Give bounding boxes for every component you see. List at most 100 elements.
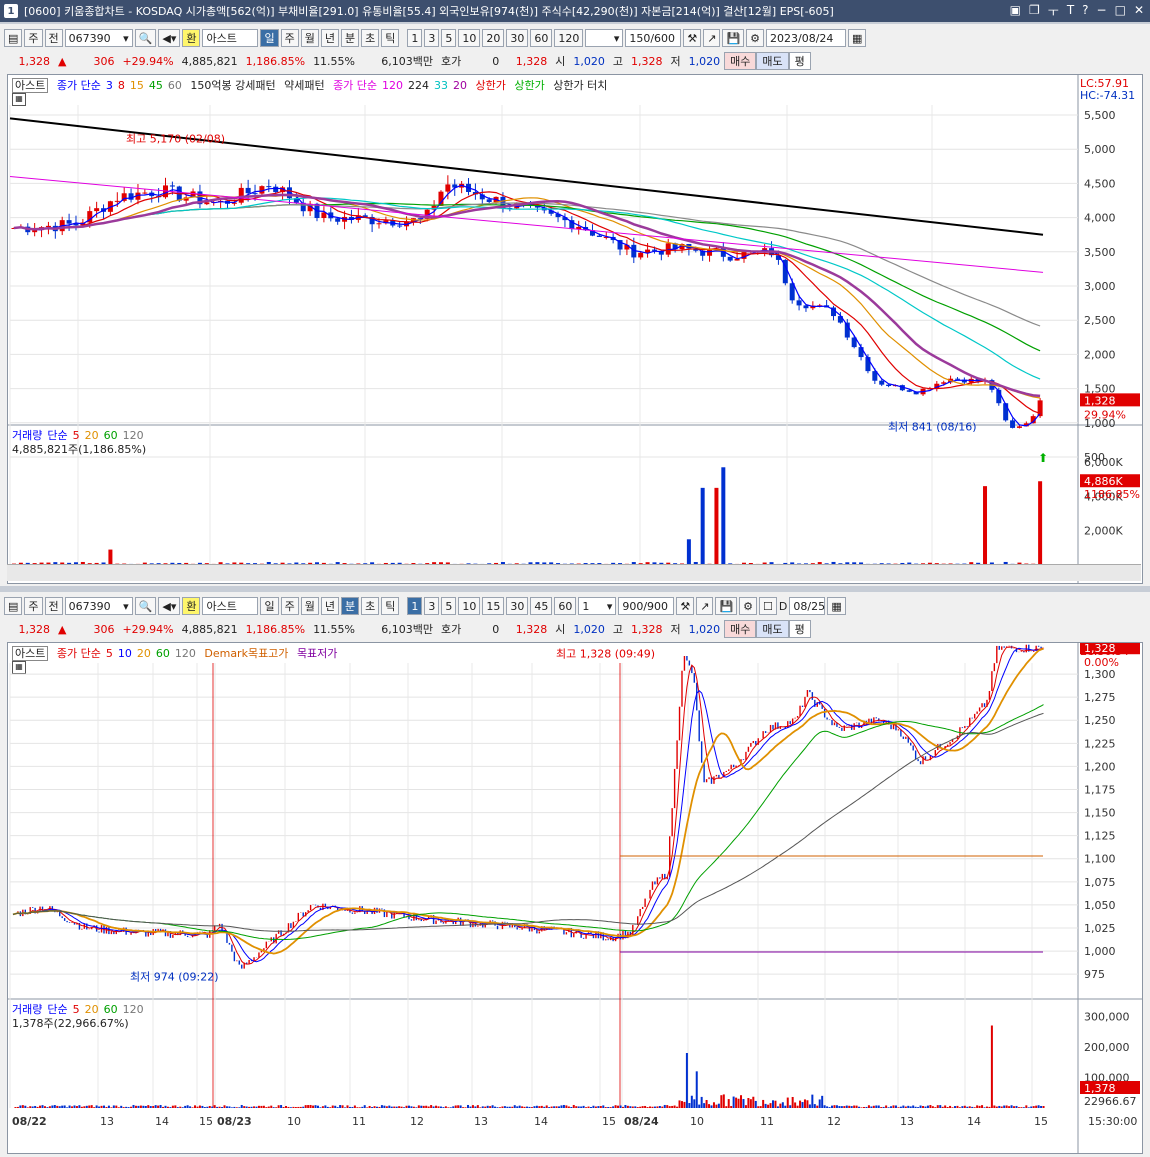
date-input[interactable]: 08/25 (789, 597, 826, 615)
tools-icon[interactable]: ⚒ (683, 29, 702, 47)
save-icon[interactable]: 💾 (722, 29, 745, 47)
minimize-icon[interactable]: − (1097, 3, 1107, 20)
volume-bar (890, 1106, 893, 1108)
volume-bar (287, 1106, 290, 1108)
change-pct: +29.94% (122, 54, 174, 68)
type-select[interactable]: 주 (24, 597, 43, 615)
speaker-icon[interactable]: ◀▾ (158, 29, 181, 47)
interval-60[interactable]: 60 (554, 597, 577, 615)
daily-chart-area[interactable]: 아스트 종가 단순 3 8 15 45 60 150억봉 강세패턴 약세패턴 종가 단순 1… (7, 74, 1143, 584)
ma-line-120 (9, 176, 1044, 273)
volume-bar (995, 1106, 998, 1108)
volume-bar (280, 1105, 283, 1108)
restore-icon[interactable]: ❐ (1029, 3, 1040, 20)
volume-bar (714, 487, 719, 565)
interval-30[interactable]: 30 (506, 597, 529, 615)
volume-bar (452, 1106, 455, 1108)
period-month[interactable]: 월 (300, 597, 319, 615)
layout-icon[interactable]: ㅜ (1048, 3, 1059, 20)
interval-5[interactable]: 5 (441, 597, 457, 615)
buy-button[interactable]: 매수 (724, 620, 757, 638)
interval-120[interactable]: 120 (554, 29, 584, 47)
count-input[interactable]: 150/600 (625, 29, 682, 47)
volume-bar (289, 1107, 292, 1108)
volume-bar (838, 1106, 841, 1108)
minute-chart-area[interactable]: 아스트 종가 단순 5 10 20 60 120 Demark목표고가 목표저가 ▦ 1,… (7, 642, 1143, 1154)
y-tick-label: 1,100 (1084, 853, 1116, 866)
period-second[interactable]: 초 (361, 29, 380, 47)
vol-tag-pct: 1186.85% (1084, 488, 1140, 501)
tools-icon[interactable]: ⚒ (676, 597, 695, 615)
prev-button[interactable]: 전 (44, 29, 63, 47)
interval-10[interactable]: 10 (458, 29, 481, 47)
interval-3[interactable]: 3 (424, 597, 440, 615)
interval-15[interactable]: 15 (482, 597, 505, 615)
volume-bar (275, 1107, 278, 1108)
period-minute[interactable]: 분 (340, 597, 360, 615)
code-input[interactable]: 067390 ▾ (64, 29, 133, 47)
font-icon[interactable]: T (1067, 3, 1074, 20)
buy-button[interactable]: 매수 (724, 52, 757, 70)
search-icon[interactable]: 🔍 (134, 597, 157, 615)
compare-icon[interactable]: ↗ (696, 597, 714, 615)
search-icon[interactable]: 🔍 (134, 29, 157, 47)
interval-5[interactable]: 5 (441, 29, 457, 47)
period-year[interactable]: 년 (320, 29, 339, 47)
code-input[interactable]: 067390 ▾ (64, 597, 133, 615)
date-input[interactable]: 2023/08/24 (766, 29, 847, 47)
gear-icon[interactable]: ⚙ (746, 29, 765, 47)
pin-icon[interactable]: ▣ (1010, 3, 1021, 20)
sell-button[interactable]: 매도 (756, 620, 789, 638)
period-week[interactable]: 주 (280, 29, 299, 47)
period-day[interactable]: 일 (260, 29, 279, 47)
period-minute[interactable]: 분 (340, 29, 360, 47)
period-month[interactable]: 월 (300, 29, 319, 47)
interval-select[interactable]: 1 ▾ (578, 597, 617, 615)
layout-icon[interactable]: ▤ (4, 597, 23, 615)
interval-1[interactable]: 1 (407, 597, 423, 615)
interval-10[interactable]: 10 (458, 597, 481, 615)
volume-bar (875, 1105, 878, 1108)
help-icon[interactable]: ? (1082, 3, 1088, 20)
candle-body (858, 347, 864, 358)
flat-button[interactable]: 평 (788, 620, 811, 638)
interval-3[interactable]: 3 (424, 29, 440, 47)
title-bar: 1 [0600] 키움종합차트 - KOSDAQ 시가총액[562(억)] 부채… (0, 0, 1150, 22)
period-year[interactable]: 년 (320, 597, 339, 615)
volume-bar (245, 1106, 248, 1108)
interval-30[interactable]: 30 (506, 29, 529, 47)
gear-icon[interactable]: ⚙ (739, 597, 758, 615)
d-checkbox[interactable]: ☐ (759, 597, 777, 615)
top-scrollbar-row[interactable] (7, 564, 1141, 581)
maximize-icon[interactable]: □ (1115, 3, 1126, 20)
volume-bar (304, 1105, 307, 1108)
volume-bar (243, 1106, 246, 1108)
compare-icon[interactable]: ↗ (703, 29, 721, 47)
interval-45[interactable]: 45 (530, 597, 553, 615)
period-week[interactable]: 주 (280, 597, 299, 615)
candle-body (886, 384, 892, 387)
volume-bar (503, 1106, 506, 1108)
period-tick[interactable]: 틱 (381, 597, 400, 615)
save-icon[interactable]: 💾 (715, 597, 738, 615)
interval-select[interactable]: ▾ (585, 29, 624, 47)
interval-1[interactable]: 1 (407, 29, 423, 47)
type-select[interactable]: 주 (24, 29, 43, 47)
layout-icon[interactable]: ▤ (4, 29, 23, 47)
prev-button[interactable]: 전 (44, 597, 63, 615)
period-tick[interactable]: 틱 (381, 29, 400, 47)
sell-button[interactable]: 매도 (756, 52, 789, 70)
count-input[interactable]: 900/900 (618, 597, 675, 615)
volume-bar (621, 1106, 624, 1108)
speaker-icon[interactable]: ◀▾ (158, 597, 181, 615)
period-day[interactable]: 일 (260, 597, 279, 615)
period-second[interactable]: 초 (361, 597, 380, 615)
volume-bar (862, 1106, 865, 1108)
calendar-icon[interactable]: ▦ (848, 29, 867, 47)
close-icon[interactable]: ✕ (1134, 3, 1144, 20)
calendar-icon[interactable]: ▦ (827, 597, 846, 615)
flat-button[interactable]: 평 (788, 52, 811, 70)
volume-bar (944, 1105, 947, 1108)
interval-60[interactable]: 60 (530, 29, 553, 47)
interval-20[interactable]: 20 (482, 29, 505, 47)
